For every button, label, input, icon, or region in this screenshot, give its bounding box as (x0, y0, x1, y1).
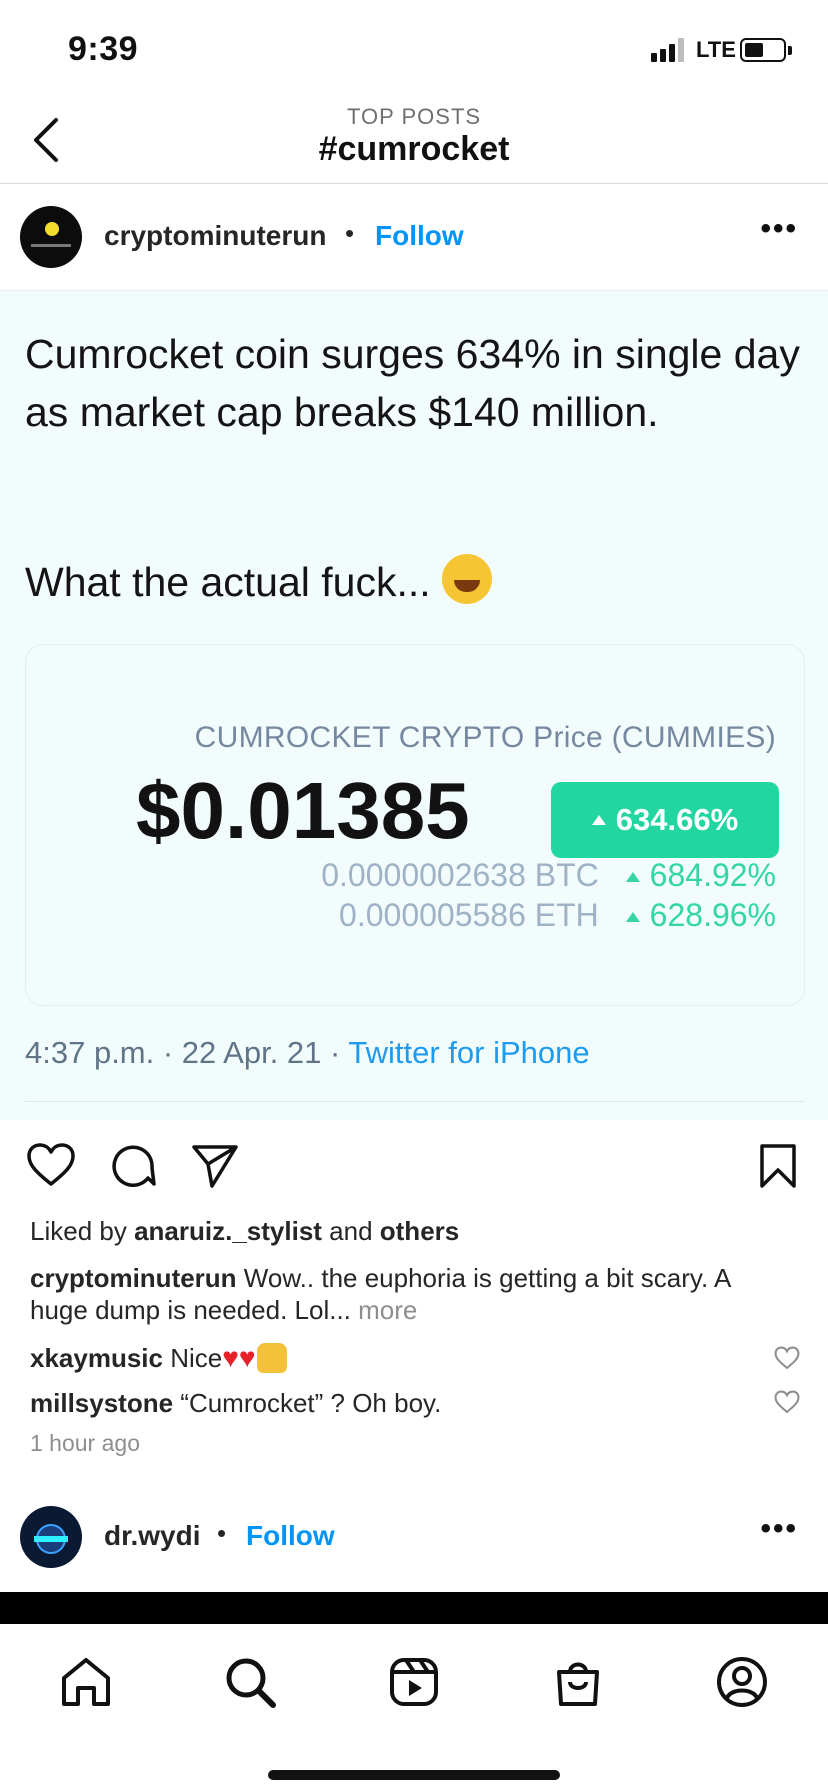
caption-username[interactable]: cryptominuterun (30, 1263, 237, 1293)
next-post-image[interactable] (0, 1592, 828, 1624)
caption: cryptominuterun Wow.. the euphoria is ge… (30, 1262, 790, 1326)
comment-icon[interactable] (108, 1142, 156, 1190)
avatar[interactable] (20, 206, 82, 268)
comment-like-heart-icon[interactable] (774, 1390, 800, 1414)
comment-text: “Cumrocket” ? Oh boy. (173, 1388, 442, 1418)
post-image[interactable]: Cumrocket coin surges 634% in single day… (0, 291, 828, 1120)
more-options-button[interactable]: ••• (760, 1512, 798, 1546)
post-header: cryptominuterun • Follow ••• (0, 184, 828, 291)
liked-user[interactable]: anaruiz._stylist (134, 1216, 322, 1246)
tweet-text-2: What the actual fuck... (25, 553, 493, 611)
more-options-button[interactable]: ••• (760, 212, 798, 246)
card-price: $0.01385 (136, 766, 470, 855)
tweet-divider (25, 1101, 805, 1102)
btc-change: 684.92% (649, 857, 776, 893)
tweet-text-2-label: What the actual fuck... (25, 559, 431, 605)
comment-like-heart-icon[interactable] (774, 1346, 800, 1370)
liked-others[interactable]: others (380, 1216, 459, 1246)
separator-dot: • (217, 1518, 227, 1548)
next-post-username[interactable]: dr.wydi (104, 1520, 200, 1552)
post-timestamp: 1 hour ago (30, 1430, 140, 1456)
comment-username[interactable]: xkaymusic (30, 1343, 163, 1373)
eth-change: 628.96% (649, 897, 776, 933)
arrow-up-icon (625, 912, 640, 922)
next-post-header: dr.wydi • Follow ••• (0, 1500, 828, 1592)
liked-by: Liked by anaruiz._stylist and others (30, 1216, 459, 1247)
arrow-up-icon (591, 815, 606, 825)
change-badge: 634.66% (551, 782, 779, 858)
page-subtitle: TOP POSTS (346, 104, 482, 129)
comment-username[interactable]: millsystone (30, 1388, 173, 1418)
home-indicator[interactable] (268, 1770, 560, 1780)
shop-icon[interactable] (550, 1654, 606, 1710)
search-icon[interactable] (222, 1654, 278, 1710)
thumbs-up-emoji-icon (257, 1343, 288, 1373)
btc-value: 0.0000002638 BTC (321, 857, 599, 893)
tweet-text: Cumrocket coin surges 634% in single day… (25, 331, 800, 435)
post-actions (0, 1140, 828, 1200)
laughing-emoji-icon (442, 554, 493, 604)
status-bar: 9:39 LTE (0, 0, 828, 100)
network-type: LTE (696, 37, 736, 62)
tweet-meta: 4:37 p.m. · 22 Apr. 21 · Twitter for iPh… (25, 1035, 590, 1071)
post-username[interactable]: cryptominuterun (104, 220, 326, 252)
battery-icon (740, 38, 786, 62)
arrow-up-icon (625, 872, 640, 882)
caption-more-link[interactable]: more (358, 1295, 417, 1325)
eth-value: 0.000005586 ETH (339, 897, 599, 933)
comment-row: millsystone “Cumrocket” ? Oh boy. (30, 1388, 441, 1419)
share-icon[interactable] (190, 1142, 240, 1190)
separator-dot: • (345, 218, 355, 248)
red-heart-emoji-icon: ♥ (238, 1342, 256, 1373)
nav-header: TOP POSTS #cumrocket (0, 100, 828, 184)
status-time: 9:39 (68, 30, 139, 68)
heart-icon[interactable] (26, 1142, 76, 1188)
profile-icon[interactable] (714, 1654, 770, 1710)
comment-text: Nice (162, 1343, 223, 1373)
card-title: CUMROCKET CRYPTO Price (CUMMIES) (194, 721, 776, 754)
battery-cap (788, 46, 792, 55)
home-icon[interactable] (58, 1654, 114, 1710)
reels-icon[interactable] (386, 1654, 442, 1710)
bottom-tab-bar (0, 1624, 828, 1792)
tweet-source: Twitter for iPhone (348, 1035, 590, 1070)
avatar[interactable] (20, 1506, 82, 1568)
price-card: CUMROCKET CRYPTO Price (CUMMIES) $0.0138… (25, 644, 805, 1006)
bookmark-icon[interactable] (758, 1142, 798, 1190)
tweet-timestamp: 4:37 p.m. · 22 Apr. 21 · (25, 1035, 349, 1070)
btc-row: 0.0000002638 BTC 684.92% (321, 857, 776, 894)
liked-mid: and (321, 1216, 380, 1246)
page-title: #cumrocket (318, 130, 510, 168)
comment-row: xkaymusic Nice♥♥ (30, 1342, 288, 1374)
signal-strength-icon (651, 38, 687, 62)
change-value: 634.66% (615, 802, 739, 837)
eth-row: 0.000005586 ETH 628.96% (339, 897, 776, 934)
follow-button[interactable]: Follow (375, 220, 464, 252)
liked-prefix: Liked by (30, 1216, 135, 1246)
follow-button[interactable]: Follow (246, 1520, 335, 1552)
red-heart-emoji-icon: ♥ (222, 1342, 239, 1373)
